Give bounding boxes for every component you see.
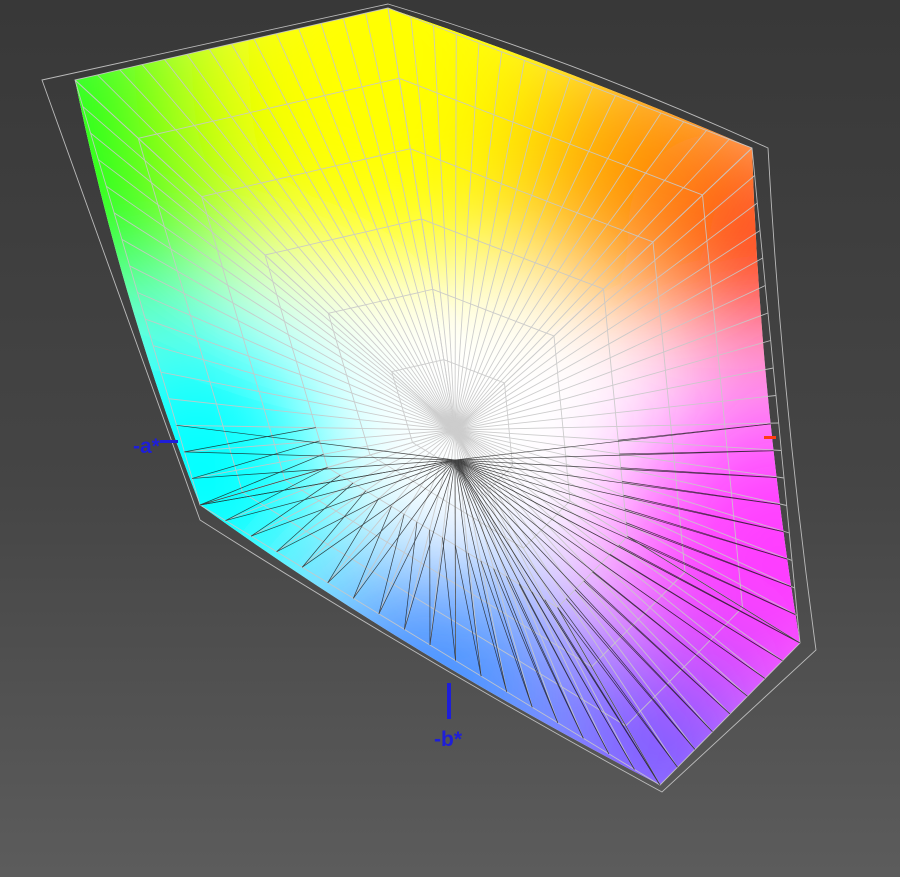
neg-a-axis-label: -a* bbox=[133, 435, 161, 458]
neg-b-axis-tick bbox=[447, 683, 451, 719]
neg-b-axis-label: -b* bbox=[434, 728, 463, 751]
gamut-3d-view: -b* -a* bbox=[41, 3, 817, 793]
gamut-3d-viewport[interactable]: -b* -a* bbox=[0, 0, 900, 877]
surface-color-blob bbox=[660, 130, 800, 350]
neg-a-axis-tick bbox=[160, 440, 178, 443]
pos-a-axis-tick bbox=[764, 436, 776, 439]
surface-color-blob bbox=[540, 640, 780, 785]
